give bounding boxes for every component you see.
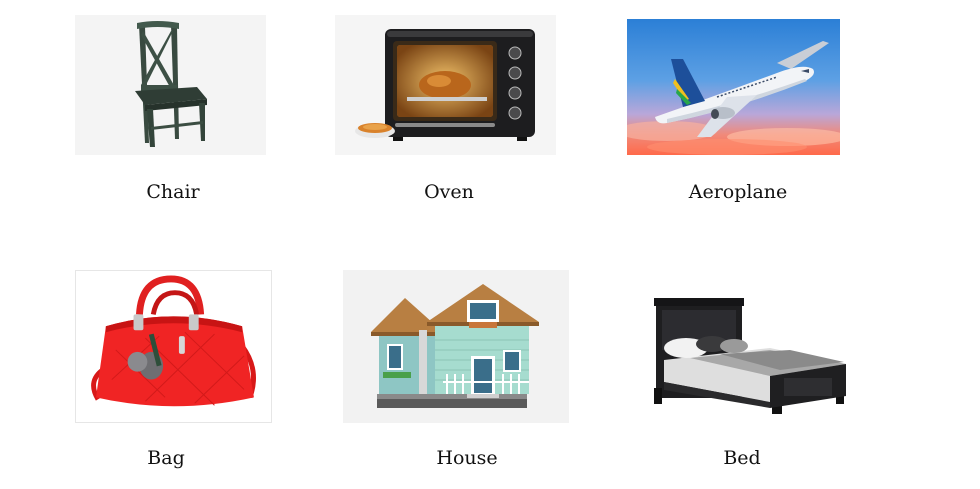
house-image xyxy=(343,270,569,423)
bed-image xyxy=(650,298,850,418)
bag-icon xyxy=(76,271,271,422)
aeroplane-image xyxy=(627,19,840,155)
house-label: House xyxy=(436,447,498,469)
aeroplane-icon xyxy=(627,19,840,155)
chair-image xyxy=(75,15,266,155)
chair-label: Chair xyxy=(146,181,200,203)
bed-icon xyxy=(650,298,850,418)
chair-icon xyxy=(75,15,266,155)
bed-label: Bed xyxy=(723,447,761,469)
bag-label: Bag xyxy=(147,447,185,469)
oven-image xyxy=(335,15,556,155)
aeroplane-label: Aeroplane xyxy=(688,181,788,203)
oven-icon xyxy=(335,15,556,155)
bag-image xyxy=(75,270,272,423)
house-icon xyxy=(343,270,569,423)
oven-label: Oven xyxy=(424,181,474,203)
